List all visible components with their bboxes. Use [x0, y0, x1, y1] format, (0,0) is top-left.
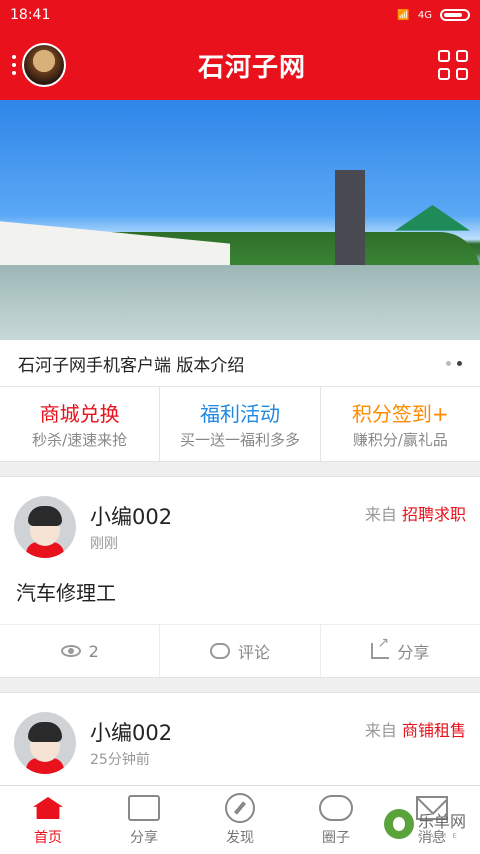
eye-icon	[60, 645, 81, 657]
user-avatar[interactable]	[22, 43, 66, 87]
feature-mall[interactable]: 商城兑换 秒杀/速速来抢	[0, 387, 161, 461]
watermark-sub: C A M E	[418, 832, 459, 840]
wifi-icon: 📶	[397, 9, 410, 21]
source-category[interactable]: 招聘求职	[402, 505, 466, 524]
author-avatar[interactable]	[14, 712, 76, 774]
author-name[interactable]: 小编002	[90, 717, 365, 747]
source-category[interactable]: 商铺租售	[402, 721, 466, 740]
comment-label: 评论	[237, 643, 270, 662]
post-time: 25分钟前	[90, 752, 150, 768]
watermark-logo: 乐单网 C A M E	[384, 808, 466, 840]
post-header: 小编002 25分钟前 来自 商铺租售	[0, 693, 480, 779]
compass-icon	[225, 793, 255, 823]
share-icon	[371, 635, 390, 659]
post-actions: 2 评论 分享	[0, 624, 480, 677]
feature-row: 商城兑换 秒杀/速速来抢 福利活动 买一送一福利多多 积分签到+ 赚积分/赢礼品	[0, 386, 480, 461]
post-header: 小编002 刚刚 来自 招聘求职	[0, 477, 480, 563]
feature-title: 商城兑换	[39, 402, 120, 426]
feature-welfare[interactable]: 福利活动 买一送一福利多多	[160, 387, 321, 461]
feature-title: 福利活动	[199, 402, 280, 426]
tab-home[interactable]: 首页	[0, 786, 96, 854]
tab-label: 分享	[130, 830, 158, 846]
feature-subtitle: 赚积分/赢礼品	[352, 431, 448, 449]
app-header: 石河子网	[0, 30, 480, 100]
comment-button[interactable]: 评论	[160, 625, 321, 677]
app-title: 石河子网	[197, 52, 306, 83]
tab-label: 圈子	[322, 830, 350, 846]
feature-subtitle: 秒杀/速速来抢	[32, 431, 128, 449]
post-source: 来自 商铺租售	[365, 717, 466, 741]
post-source: 来自 招聘求职	[365, 501, 466, 525]
author-avatar[interactable]	[14, 496, 76, 558]
banner-caption-text: 石河子网手机客户端 版本介绍	[18, 355, 245, 376]
banner-image[interactable]	[0, 100, 480, 340]
status-icons: 📶 4G	[397, 9, 470, 21]
home-icon	[33, 797, 63, 819]
tab-share[interactable]: 分享	[96, 786, 192, 854]
status-bar: 18:41 📶 4G	[0, 0, 480, 30]
feature-title: 积分签到+	[351, 402, 449, 426]
views-count: 2	[88, 641, 99, 661]
tab-label: 首页	[34, 830, 62, 846]
more-icon[interactable]	[12, 55, 16, 75]
tab-label: 发现	[226, 830, 254, 846]
feature-checkin[interactable]: 积分签到+ 赚积分/赢礼品	[321, 387, 480, 461]
post-meta: 小编002 刚刚	[90, 501, 365, 553]
post-card[interactable]: 小编002 刚刚 来自 招聘求职 汽车修理工 2 评论 分享	[0, 477, 480, 677]
header-left	[12, 43, 66, 87]
tab-discover[interactable]: 发现	[192, 786, 288, 854]
post-time: 刚刚	[90, 536, 118, 552]
battery-icon	[440, 9, 470, 21]
tab-circle[interactable]: 圈子	[288, 786, 384, 854]
section-divider	[0, 677, 480, 693]
share-label: 分享	[397, 643, 430, 662]
banner-tower	[335, 170, 365, 265]
watermark-icon	[384, 809, 414, 839]
banner-water	[0, 265, 480, 340]
grid-icon[interactable]	[437, 50, 468, 80]
feature-subtitle: 买一送一福利多多	[179, 431, 300, 449]
views-counter: 2	[0, 625, 161, 677]
post-content[interactable]: 汽车修理工	[0, 563, 480, 624]
image-icon	[128, 795, 160, 821]
post-meta: 小编002 25分钟前	[90, 717, 365, 769]
status-time: 18:41	[10, 7, 51, 23]
section-divider	[0, 461, 480, 477]
share-button[interactable]: 分享	[321, 625, 480, 677]
comment-icon	[209, 643, 230, 659]
network-label: 4G	[417, 9, 432, 21]
watermark-text: 乐单网	[418, 812, 467, 831]
source-label: 来自	[364, 505, 397, 524]
source-label: 来自	[364, 721, 397, 740]
banner-caption[interactable]: 石河子网手机客户端 版本介绍	[0, 340, 480, 386]
post-card[interactable]: 小编002 25分钟前 来自 商铺租售	[0, 693, 480, 779]
chat-icon	[319, 795, 353, 821]
banner-pager	[446, 360, 462, 366]
author-name[interactable]: 小编002	[90, 501, 365, 531]
